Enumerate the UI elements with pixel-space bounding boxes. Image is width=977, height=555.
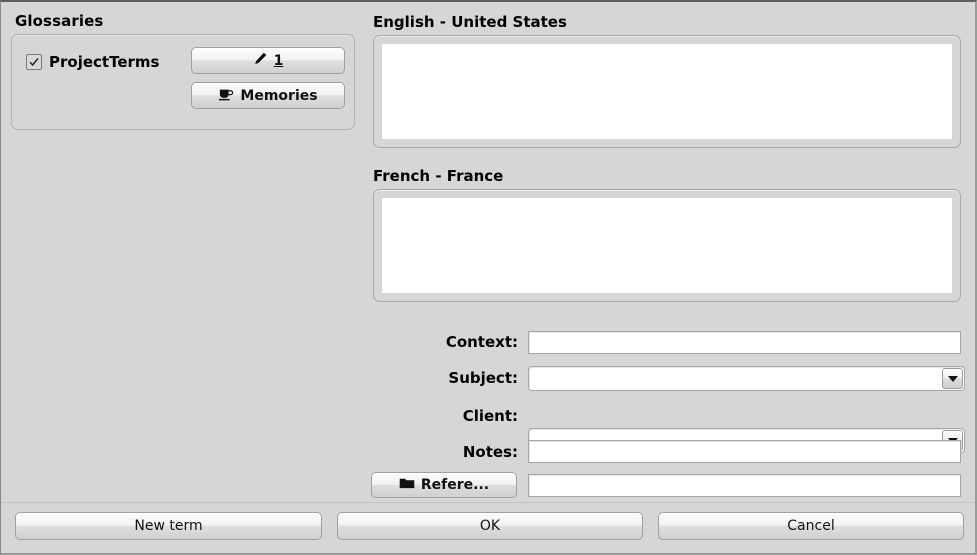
target-text-scrollpane — [373, 189, 961, 302]
target-text-input[interactable] — [382, 198, 952, 293]
reference-input[interactable] — [528, 474, 961, 497]
source-text-scrollpane — [373, 35, 961, 148]
pencil-icon — [253, 51, 268, 70]
notes-input[interactable] — [528, 440, 961, 463]
client-label: Client: — [462, 407, 518, 425]
chevron-down-icon[interactable] — [942, 368, 963, 389]
cancel-button[interactable]: Cancel — [658, 512, 964, 540]
new-term-button[interactable]: New term — [15, 512, 322, 540]
ok-button[interactable]: OK — [337, 512, 643, 540]
target-language-label: French - France — [373, 167, 504, 185]
coffee-cup-icon — [218, 87, 234, 105]
dialog-button-bar: New term OK Cancel — [1, 502, 975, 553]
context-label: Context: — [445, 333, 518, 351]
glossary-entry-dialog: Glossaries ProjectTerms 1 Memories Engli… — [0, 0, 977, 555]
glossaries-groupbox: ProjectTerms 1 Memories — [11, 34, 355, 130]
context-input[interactable] — [528, 331, 961, 354]
reference-browse-button-label: Refere... — [420, 477, 490, 493]
edit-glossary-button[interactable]: 1 — [191, 47, 345, 74]
folder-icon — [399, 477, 415, 494]
check-icon[interactable] — [26, 54, 42, 70]
reference-browse-button[interactable]: Refere... — [371, 472, 517, 498]
cancel-button-label: Cancel — [787, 518, 835, 534]
notes-label: Notes: — [462, 443, 518, 461]
source-text-input[interactable] — [382, 44, 952, 139]
memories-button-label: Memories — [240, 87, 318, 104]
glossaries-title: Glossaries — [15, 12, 104, 30]
ok-button-label: OK — [479, 518, 501, 534]
edit-glossary-button-label: 1 — [273, 52, 284, 69]
subject-combobox[interactable] — [528, 366, 965, 391]
new-term-button-label: New term — [134, 518, 203, 534]
source-language-label: English - United States — [373, 13, 567, 31]
glossary-checkbox-row[interactable]: ProjectTerms — [26, 53, 159, 71]
glossary-checkbox-label: ProjectTerms — [49, 53, 160, 71]
subject-label: Subject: — [448, 369, 518, 387]
memories-button[interactable]: Memories — [191, 82, 345, 109]
